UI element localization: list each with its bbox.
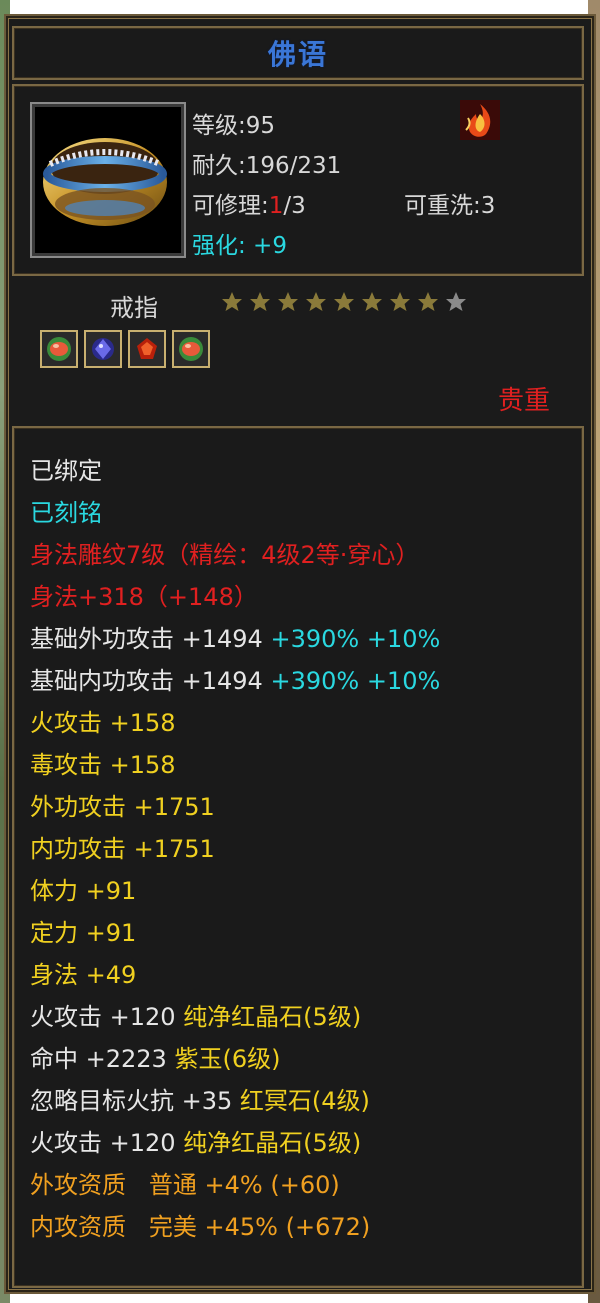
red-gem-icon [137,338,157,359]
gem-socket[interactable] [128,330,166,368]
gem-stat-line: 忽略目标火抗 +35 红冥石(4级) [30,1086,370,1116]
base-outer-attack-pct1: +390% [270,625,360,653]
gem-socket[interactable] [172,330,210,368]
gem-stat: 火攻击 +120 [30,1129,176,1157]
inner-quality-value: +45% (+672) [204,1213,371,1241]
base-inner-attack-pct1: +390% [270,667,360,695]
fire-attack-line: 火攻击 +158 [30,709,176,737]
gem-socket[interactable] [40,330,78,368]
agility-line: 身法 +49 [30,961,137,989]
item-type: 戒指 [110,294,158,322]
base-outer-attack-pct2: +10% [366,625,441,653]
outer-quality-label: 外攻资质 [30,1171,126,1199]
item-info-box: 等级:95 耐久:196/231 可修理:1/3 可重洗:3 强化: +9 [12,84,584,276]
repair-label: 可修理: [192,193,269,219]
concentration-line: 定力 +91 [30,919,137,947]
outer-attack-line: 外功攻击 +1751 [30,793,215,821]
item-rewash: 可重洗:3 [404,193,496,219]
star-filled-icon [306,292,326,311]
inner-quality-label: 内攻资质 [30,1213,126,1241]
gem-sockets [40,330,210,368]
star-filled-icon [334,292,354,311]
star-filled-icon [418,292,438,311]
fire-attribute-icon [460,100,500,140]
blue-gem-icon [92,338,114,360]
repair-max: /3 [283,193,306,219]
outer-quality-value: +4% (+60) [204,1171,340,1199]
gem-name: 纯净红晶石(5级) [183,1129,362,1157]
item-durability: 耐久:196/231 [192,153,342,179]
bound-status: 已绑定 [30,457,102,485]
base-inner-attack-value: +1494 [181,667,263,695]
inner-attack-line: 内功攻击 +1751 [30,835,215,863]
repair-current: 1 [268,193,284,219]
base-inner-attack-label: 基础内功攻击 [30,667,174,695]
gem-stat-line: 火攻击 +120 纯净红晶石(5级) [30,1002,361,1032]
gem-stat: 命中 +2223 [30,1045,167,1073]
item-icon-frame [30,102,186,258]
star-rating [220,290,468,314]
gem-stat: 忽略目标火抗 +35 [30,1087,233,1115]
item-name: 佛语 [267,38,328,71]
star-filled-icon [250,292,270,311]
star-filled-icon [390,292,410,311]
base-inner-attack-line: 基础内功攻击 +1494 +390% +10% [30,666,440,696]
title-bar: 佛语 [12,26,584,80]
base-outer-attack-line: 基础外功攻击 +1494 +390% +10% [30,624,440,654]
item-type-section: 戒指 贵重 [10,280,590,420]
stamina-line: 体力 +91 [30,877,137,905]
agility-bonus-line: 身法+318（+148） [30,583,258,611]
gem-name: 纯净红晶石(5级) [183,1003,362,1031]
base-inner-attack-pct2: +10% [366,667,441,695]
poison-attack-line: 毒攻击 +158 [30,751,176,779]
engraved-status: 已刻铭 [30,499,102,527]
ring-icon [43,138,167,226]
item-level: 等级:95 [192,113,276,139]
gem-name: 红冥石(4级) [239,1087,370,1115]
star-empty-icon [446,292,466,311]
inner-quality-line: 内攻资质 完美 +45% (+672) [30,1212,370,1242]
gem-stat: 火攻击 +120 [30,1003,176,1031]
outer-quality-line: 外攻资质 普通 +4% (+60) [30,1170,340,1200]
star-filled-icon [278,292,298,311]
carving-line: 身法雕纹7级（精绘：4级2等·穿心） [30,541,420,569]
star-filled-icon [362,292,382,311]
gem-name: 紫玉(6级) [174,1045,281,1073]
gem-socket[interactable] [84,330,122,368]
item-enhance: 强化: +9 [192,233,287,259]
inner-quality-grade: 完美 [148,1213,197,1241]
gem-stat-line: 火攻击 +120 纯净红晶石(5级) [30,1128,361,1158]
item-rarity: 贵重 [497,386,550,416]
base-outer-attack-value: +1494 [181,625,263,653]
star-filled-icon [222,292,242,311]
outer-quality-grade: 普通 [148,1171,197,1199]
gem-stat-line: 命中 +2223 紫玉(6级) [30,1044,280,1074]
base-outer-attack-label: 基础外功攻击 [30,625,174,653]
item-repair: 可修理:1/3 [192,186,306,220]
green-red-gem-icon [47,337,71,361]
green-red-gem-icon [179,337,203,361]
item-properties-box: 已绑定 已刻铭 身法雕纹7级（精绘：4级2等·穿心） 身法+318（+148） … [12,426,584,1288]
